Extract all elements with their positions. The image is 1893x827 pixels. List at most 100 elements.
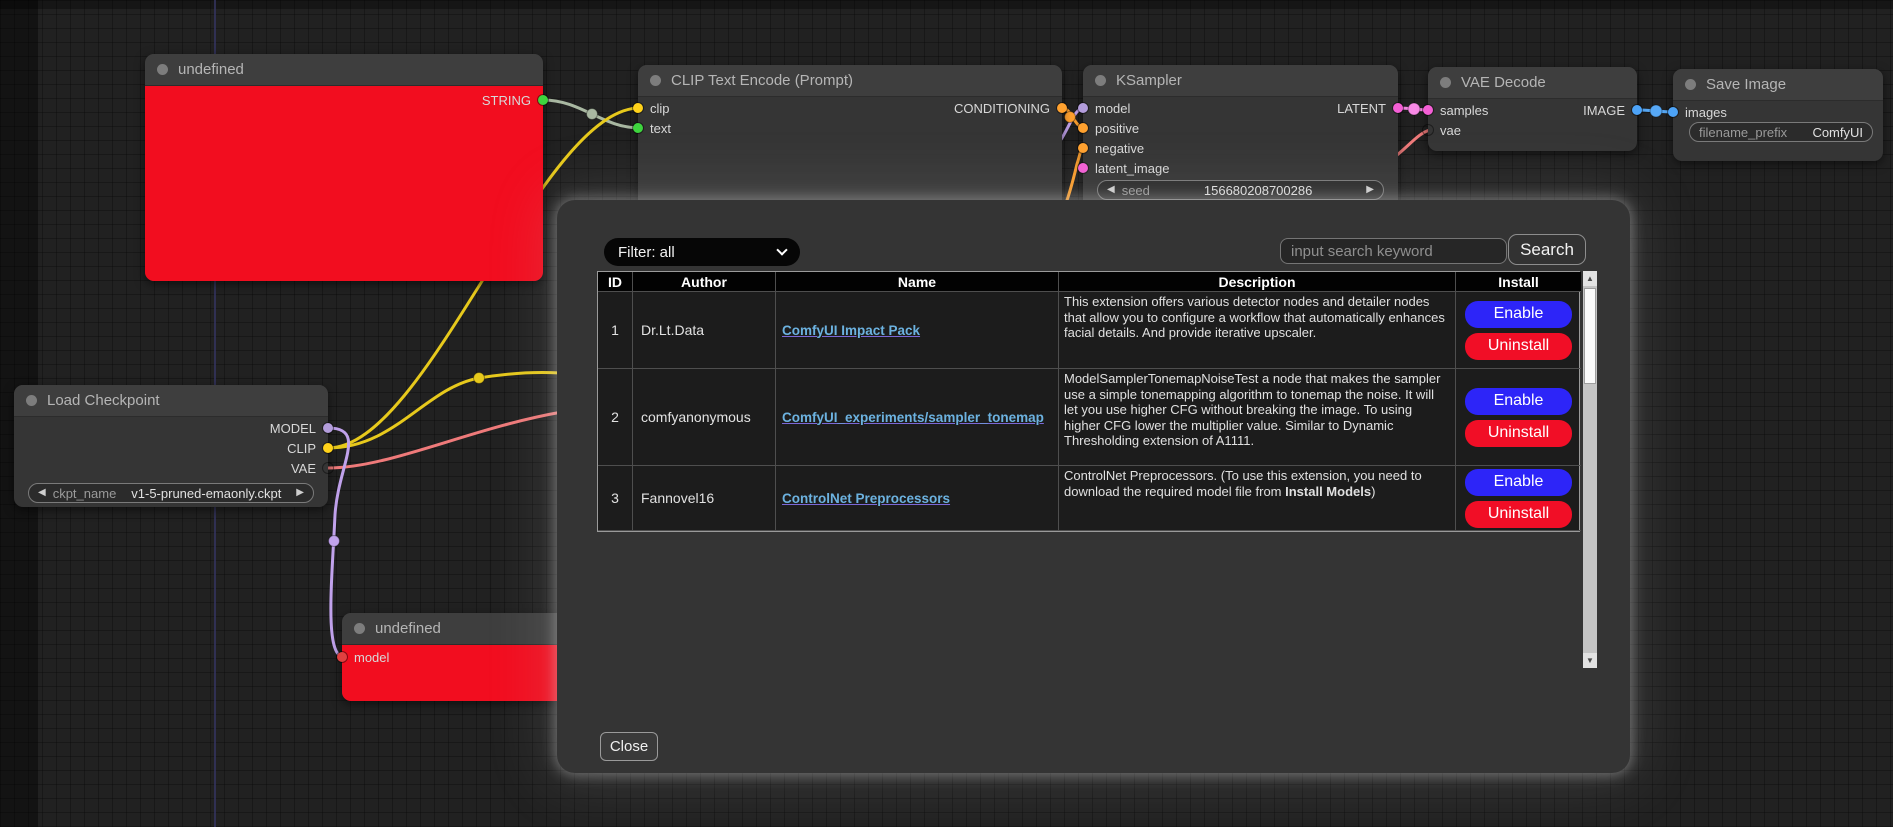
output-port-vae[interactable]: VAE [291, 461, 333, 475]
description-bold: Install Models [1285, 484, 1371, 499]
node-collapse-dot[interactable] [1095, 75, 1106, 86]
port-label: STRING [482, 93, 531, 108]
output-port-conditioning[interactable]: CONDITIONING [954, 101, 1067, 115]
enable-button[interactable]: Enable [1465, 469, 1572, 496]
image-port-dot[interactable] [1632, 105, 1642, 115]
negative-port-dot[interactable] [1078, 143, 1088, 153]
node-undefined-1[interactable]: undefined STRING [145, 54, 543, 281]
enable-button[interactable]: Enable [1465, 388, 1572, 415]
node-collapse-dot[interactable] [157, 64, 168, 75]
port-label: VAE [291, 461, 316, 476]
description-suffix: ) [1371, 484, 1375, 499]
node-collapse-dot[interactable] [1685, 79, 1696, 90]
right-arrow-icon[interactable]: ▶ [1366, 185, 1374, 195]
input-port-vae[interactable]: vae [1423, 123, 1461, 137]
input-port-clip[interactable]: clip [633, 101, 670, 115]
search-input[interactable] [1280, 238, 1507, 264]
node-collapse-dot[interactable] [1440, 77, 1451, 88]
comfyui-canvas[interactable]: undefined STRING CLIP Text Encode (Promp… [0, 0, 1893, 827]
enable-button[interactable]: Enable [1465, 301, 1572, 328]
model-port-dot[interactable] [1078, 103, 1088, 113]
node-collapse-dot[interactable] [650, 75, 661, 86]
input-port-model[interactable]: model [337, 650, 389, 664]
row-author: comfyanonymous [633, 369, 776, 466]
uninstall-button[interactable]: Uninstall [1465, 501, 1572, 528]
port-label: MODEL [270, 421, 316, 436]
node-title-bar[interactable]: undefined [342, 613, 565, 645]
output-port-image[interactable]: IMAGE [1583, 103, 1642, 117]
port-label: negative [1095, 141, 1144, 156]
conditioning-port-dot[interactable] [1057, 103, 1067, 113]
port-label: CONDITIONING [954, 101, 1050, 116]
scroll-down-icon[interactable]: ▼ [1583, 653, 1597, 668]
input-port-latent-image[interactable]: latent_image [1078, 161, 1169, 175]
input-port-negative[interactable]: negative [1078, 141, 1144, 155]
extension-link[interactable]: ControlNet Preprocessors [782, 491, 950, 506]
filter-select[interactable]: Filter: all [604, 238, 800, 266]
node-vae-decode[interactable]: VAE Decode samples vae IMAGE [1428, 67, 1637, 151]
uninstall-button[interactable]: Uninstall [1465, 420, 1572, 447]
widget-value: ComfyUI [1794, 125, 1863, 140]
node-clip-text-encode[interactable]: CLIP Text Encode (Prompt) clip text COND… [638, 65, 1062, 215]
port-label: clip [650, 101, 670, 116]
filename-prefix-widget[interactable]: filename_prefix ComfyUI [1689, 122, 1873, 142]
images-port-dot[interactable] [1668, 107, 1678, 117]
uninstall-button[interactable]: Uninstall [1465, 333, 1572, 360]
string-port-dot[interactable] [538, 95, 548, 105]
node-title-bar[interactable]: VAE Decode [1428, 67, 1637, 99]
latent-out-dot[interactable] [1393, 103, 1403, 113]
port-label: latent_image [1095, 161, 1169, 176]
clip-port-dot[interactable] [633, 103, 643, 113]
widget-value: 156680208700286 [1157, 183, 1359, 198]
row-description: This extension offers various detector n… [1059, 292, 1456, 369]
output-port-string[interactable]: STRING [482, 93, 548, 107]
output-port-latent[interactable]: LATENT [1337, 101, 1403, 115]
positive-port-dot[interactable] [1078, 123, 1088, 133]
output-port-clip[interactable]: CLIP [287, 441, 333, 455]
extension-link[interactable]: ComfyUI_experiments/sampler_tonemap [782, 410, 1044, 425]
node-title-bar[interactable]: KSampler [1083, 65, 1398, 97]
seed-widget[interactable]: ◀ seed 156680208700286 ▶ [1097, 180, 1384, 200]
node-ksampler[interactable]: KSampler model positive negative latent_… [1083, 65, 1398, 213]
right-arrow-icon[interactable]: ▶ [296, 488, 304, 498]
output-port-model[interactable]: MODEL [270, 421, 333, 435]
node-load-checkpoint[interactable]: Load Checkpoint MODEL CLIP VAE ◀ ckpt_na… [14, 385, 328, 507]
table-scrollbar[interactable]: ▲ ▼ [1583, 271, 1597, 668]
ckpt-name-widget[interactable]: ◀ ckpt_name v1-5-pruned-emaonly.ckpt ▶ [28, 483, 314, 503]
input-port-images[interactable]: images [1668, 105, 1727, 119]
left-arrow-icon[interactable]: ◀ [38, 488, 46, 498]
search-button[interactable]: Search [1508, 234, 1586, 265]
col-header-id: ID [598, 272, 633, 292]
scrollbar-thumb[interactable] [1584, 288, 1596, 384]
text-port-dot[interactable] [633, 123, 643, 133]
latent-port-dot[interactable] [1078, 163, 1088, 173]
extension-link[interactable]: ComfyUI Impact Pack [782, 323, 920, 338]
node-collapse-dot[interactable] [354, 623, 365, 634]
model-port-dot[interactable] [337, 652, 347, 662]
node-save-image[interactable]: Save Image images filename_prefix ComfyU… [1673, 69, 1883, 161]
input-port-samples[interactable]: samples [1423, 103, 1488, 117]
input-port-model[interactable]: model [1078, 101, 1130, 115]
node-collapse-dot[interactable] [26, 395, 37, 406]
node-title: undefined [178, 61, 244, 78]
port-label: CLIP [287, 441, 316, 456]
extension-table: ID Author Name Description Install 1 Dr.… [597, 271, 1580, 532]
row-name: ControlNet Preprocessors [776, 466, 1059, 531]
vae-port-dot[interactable] [1423, 125, 1433, 135]
node-title-bar[interactable]: Load Checkpoint [14, 385, 328, 417]
scroll-up-icon[interactable]: ▲ [1583, 271, 1597, 286]
clip-out-dot[interactable] [323, 443, 333, 453]
node-undefined-2[interactable]: undefined model [342, 613, 565, 701]
close-button[interactable]: Close [600, 732, 658, 761]
vae-out-dot[interactable] [323, 463, 333, 473]
input-port-text[interactable]: text [633, 121, 671, 135]
input-port-positive[interactable]: positive [1078, 121, 1139, 135]
node-title-bar[interactable]: CLIP Text Encode (Prompt) [638, 65, 1062, 97]
row-id: 1 [598, 292, 633, 369]
node-title-bar[interactable]: Save Image [1673, 69, 1883, 101]
port-label: vae [1440, 123, 1461, 138]
samples-port-dot[interactable] [1423, 105, 1433, 115]
node-title-bar[interactable]: undefined [145, 54, 543, 86]
model-out-dot[interactable] [323, 423, 333, 433]
left-arrow-icon[interactable]: ◀ [1107, 185, 1115, 195]
